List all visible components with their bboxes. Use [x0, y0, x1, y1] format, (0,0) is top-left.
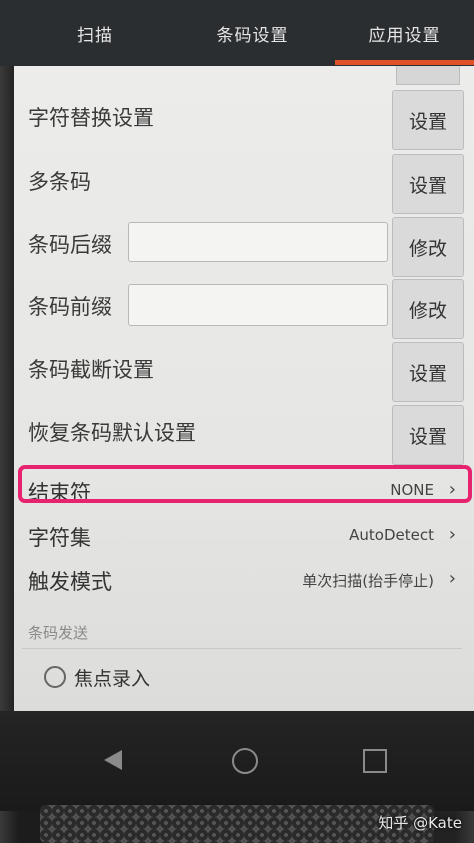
truncate-label: 条码截断设置: [28, 358, 154, 382]
prefix-input[interactable]: [128, 284, 388, 326]
focus-input-radio[interactable]: [44, 666, 66, 688]
chevron-right-icon: ›: [448, 524, 456, 545]
suffix-modify-button[interactable]: 修改: [392, 217, 464, 277]
watermark: 知乎 @Kate: [378, 814, 462, 832]
tab-barcode-settings[interactable]: 条码设置: [185, 0, 320, 66]
charset-row[interactable]: 字符集 AutoDetect ›: [14, 516, 474, 556]
trigger-mode-row[interactable]: 触发模式 单次扫描(抬手停止) ›: [14, 560, 474, 600]
home-icon[interactable]: [232, 748, 258, 774]
tab-scan[interactable]: 扫描: [40, 0, 150, 66]
terminator-highlight-box: [18, 465, 472, 503]
prefix-label: 条码前缀: [28, 295, 112, 319]
tab-bar: 扫描 条码设置 应用设置: [0, 0, 474, 66]
focus-input-label: 焦点录入: [74, 668, 151, 690]
settings-screen[interactable]: 字符替换设置 设置 多条码 设置 条码后缀 修改 条码前缀 修改 条码截断设置 …: [14, 66, 474, 711]
char-replace-label: 字符替换设置: [28, 106, 154, 130]
send-section-header: 条码发送: [28, 624, 89, 642]
trigger-mode-value: 单次扫描(抬手停止): [302, 572, 434, 590]
restore-defaults-label: 恢复条码默认设置: [28, 421, 196, 445]
speaker-grille: [40, 805, 434, 843]
back-icon[interactable]: [104, 750, 122, 770]
suffix-input[interactable]: [128, 222, 388, 262]
section-divider: [22, 648, 462, 649]
recent-apps-icon[interactable]: [363, 749, 387, 773]
prefix-modify-button[interactable]: 修改: [392, 279, 464, 339]
chevron-right-icon: ›: [448, 568, 456, 589]
multi-barcode-settings-button[interactable]: 设置: [392, 154, 464, 214]
char-replace-settings-button[interactable]: 设置: [392, 90, 464, 150]
active-tab-indicator: [335, 60, 474, 65]
restore-defaults-button[interactable]: 设置: [392, 405, 464, 465]
charset-value: AutoDetect: [349, 526, 434, 544]
suffix-label: 条码后缀: [28, 233, 112, 257]
multi-barcode-label: 多条码: [28, 170, 91, 194]
charset-label: 字符集: [28, 526, 91, 550]
partial-button[interactable]: [396, 66, 460, 85]
trigger-mode-label: 触发模式: [28, 570, 112, 594]
tab-app-settings[interactable]: 应用设置: [335, 0, 474, 66]
truncate-settings-button[interactable]: 设置: [392, 342, 464, 402]
